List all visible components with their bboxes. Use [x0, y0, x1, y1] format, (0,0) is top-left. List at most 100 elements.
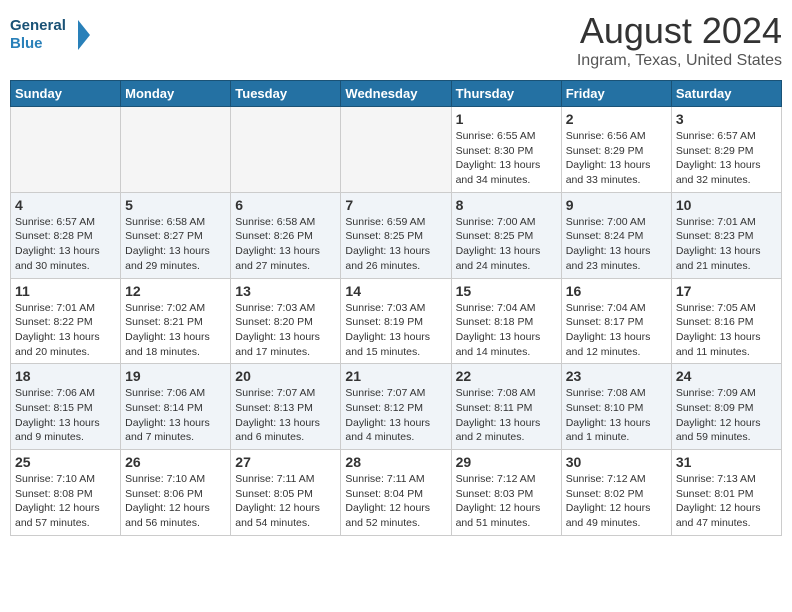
week-row-2: 4 Sunrise: 6:57 AM Sunset: 8:28 PM Daylig… [11, 192, 782, 278]
table-cell: 20Sunrise: 7:07 AM Sunset: 8:13 PM Dayli… [231, 364, 341, 450]
day-number: 24 [676, 368, 777, 384]
day-number: 13 [235, 283, 336, 299]
day-number: 20 [235, 368, 336, 384]
day-number: 19 [125, 368, 226, 384]
day-info: Sunrise: 7:04 AM Sunset: 8:18 PM Dayligh… [456, 301, 557, 360]
day-number: 29 [456, 454, 557, 470]
logo: General Blue [10, 10, 90, 60]
day-number: 8 [456, 197, 557, 213]
day-info: Sunrise: 7:10 AM Sunset: 8:06 PM Dayligh… [125, 472, 226, 531]
table-cell: 2 Sunrise: 6:56 AM Sunset: 8:29 PM Daylig… [561, 107, 671, 193]
table-cell: 18Sunrise: 7:06 AM Sunset: 8:15 PM Dayli… [11, 364, 121, 450]
day-number: 28 [345, 454, 446, 470]
table-cell: 30 Sunrise: 7:12 AM Sunset: 8:02 PM Dayli… [561, 450, 671, 536]
table-cell [11, 107, 121, 193]
table-cell: 13 Sunrise: 7:03 AM Sunset: 8:20 PM Dayli… [231, 278, 341, 364]
day-number: 27 [235, 454, 336, 470]
day-info: Sunrise: 7:10 AM Sunset: 8:08 PM Dayligh… [15, 472, 116, 531]
table-cell [231, 107, 341, 193]
day-number: 7 [345, 197, 446, 213]
day-info: Sunrise: 7:06 AM Sunset: 8:14 PM Dayligh… [125, 386, 226, 445]
page-header: General Blue August 2024 Ingram, Texas, … [10, 10, 782, 70]
day-number: 5 [125, 197, 226, 213]
logo-svg: General Blue [10, 10, 90, 60]
day-info: Sunrise: 6:57 AM Sunset: 8:29 PM Dayligh… [676, 129, 777, 188]
day-info: Sunrise: 6:56 AM Sunset: 8:29 PM Dayligh… [566, 129, 667, 188]
day-info: Sunrise: 7:02 AM Sunset: 8:21 PM Dayligh… [125, 301, 226, 360]
day-info: Sunrise: 6:58 AM Sunset: 8:26 PM Dayligh… [235, 215, 336, 274]
calendar-table: Sunday Monday Tuesday Wednesday Thursday… [10, 80, 782, 536]
day-info: Sunrise: 6:59 AM Sunset: 8:25 PM Dayligh… [345, 215, 446, 274]
day-number: 30 [566, 454, 667, 470]
table-cell: 24Sunrise: 7:09 AM Sunset: 8:09 PM Dayli… [671, 364, 781, 450]
day-info: Sunrise: 7:04 AM Sunset: 8:17 PM Dayligh… [566, 301, 667, 360]
table-cell: 26Sunrise: 7:10 AM Sunset: 8:06 PM Dayli… [121, 450, 231, 536]
day-info: Sunrise: 7:05 AM Sunset: 8:16 PM Dayligh… [676, 301, 777, 360]
day-number: 22 [456, 368, 557, 384]
day-info: Sunrise: 7:06 AM Sunset: 8:15 PM Dayligh… [15, 386, 116, 445]
table-cell: 27 Sunrise: 7:11 AM Sunset: 8:05 PM Dayli… [231, 450, 341, 536]
day-info: Sunrise: 6:58 AM Sunset: 8:27 PM Dayligh… [125, 215, 226, 274]
table-cell: 28 Sunrise: 7:11 AM Sunset: 8:04 PM Dayli… [341, 450, 451, 536]
col-tuesday: Tuesday [231, 81, 341, 107]
table-cell: 22 Sunrise: 7:08 AM Sunset: 8:11 PM Dayli… [451, 364, 561, 450]
day-number: 17 [676, 283, 777, 299]
day-number: 4 [15, 197, 116, 213]
table-cell: 25 Sunrise: 7:10 AM Sunset: 8:08 PM Dayli… [11, 450, 121, 536]
table-cell: 9Sunrise: 7:00 AM Sunset: 8:24 PM Daylig… [561, 192, 671, 278]
table-cell: 29 Sunrise: 7:12 AM Sunset: 8:03 PM Dayli… [451, 450, 561, 536]
main-title: August 2024 [577, 10, 782, 52]
day-number: 31 [676, 454, 777, 470]
day-number: 21 [345, 368, 446, 384]
table-cell: 7 Sunrise: 6:59 AM Sunset: 8:25 PM Daylig… [341, 192, 451, 278]
table-cell: 10 Sunrise: 7:01 AM Sunset: 8:23 PM Dayli… [671, 192, 781, 278]
table-cell: 11 Sunrise: 7:01 AM Sunset: 8:22 PM Dayli… [11, 278, 121, 364]
day-info: Sunrise: 7:11 AM Sunset: 8:04 PM Dayligh… [345, 472, 446, 531]
table-cell: 12 Sunrise: 7:02 AM Sunset: 8:21 PM Dayli… [121, 278, 231, 364]
day-info: Sunrise: 7:12 AM Sunset: 8:02 PM Dayligh… [566, 472, 667, 531]
table-cell: 21 Sunrise: 7:07 AM Sunset: 8:12 PM Dayli… [341, 364, 451, 450]
day-number: 12 [125, 283, 226, 299]
table-cell: 5 Sunrise: 6:58 AM Sunset: 8:27 PM Daylig… [121, 192, 231, 278]
day-info: Sunrise: 7:11 AM Sunset: 8:05 PM Dayligh… [235, 472, 336, 531]
svg-text:General: General [10, 17, 66, 34]
day-number: 14 [345, 283, 446, 299]
day-info: Sunrise: 7:03 AM Sunset: 8:20 PM Dayligh… [235, 301, 336, 360]
day-number: 25 [15, 454, 116, 470]
day-info: Sunrise: 7:00 AM Sunset: 8:25 PM Dayligh… [456, 215, 557, 274]
day-number: 16 [566, 283, 667, 299]
day-info: Sunrise: 7:00 AM Sunset: 8:24 PM Dayligh… [566, 215, 667, 274]
day-number: 1 [456, 111, 557, 127]
table-cell: 6Sunrise: 6:58 AM Sunset: 8:26 PM Daylig… [231, 192, 341, 278]
table-cell: 3Sunrise: 6:57 AM Sunset: 8:29 PM Daylig… [671, 107, 781, 193]
table-cell: 31Sunrise: 7:13 AM Sunset: 8:01 PM Dayli… [671, 450, 781, 536]
day-info: Sunrise: 7:07 AM Sunset: 8:12 PM Dayligh… [345, 386, 446, 445]
day-info: Sunrise: 6:57 AM Sunset: 8:28 PM Dayligh… [15, 215, 116, 274]
day-number: 10 [676, 197, 777, 213]
day-number: 15 [456, 283, 557, 299]
col-wednesday: Wednesday [341, 81, 451, 107]
table-cell: 1 Sunrise: 6:55 AM Sunset: 8:30 PM Daylig… [451, 107, 561, 193]
table-cell: 19 Sunrise: 7:06 AM Sunset: 8:14 PM Dayli… [121, 364, 231, 450]
day-info: Sunrise: 7:01 AM Sunset: 8:23 PM Dayligh… [676, 215, 777, 274]
calendar-header-row: Sunday Monday Tuesday Wednesday Thursday… [11, 81, 782, 107]
day-number: 23 [566, 368, 667, 384]
day-info: Sunrise: 7:12 AM Sunset: 8:03 PM Dayligh… [456, 472, 557, 531]
subtitle: Ingram, Texas, United States [577, 52, 782, 70]
table-cell: 4 Sunrise: 6:57 AM Sunset: 8:28 PM Daylig… [11, 192, 121, 278]
day-info: Sunrise: 7:08 AM Sunset: 8:10 PM Dayligh… [566, 386, 667, 445]
week-row-3: 11 Sunrise: 7:01 AM Sunset: 8:22 PM Dayli… [11, 278, 782, 364]
svg-text:Blue: Blue [10, 35, 43, 52]
day-info: Sunrise: 7:08 AM Sunset: 8:11 PM Dayligh… [456, 386, 557, 445]
day-number: 11 [15, 283, 116, 299]
day-info: Sunrise: 6:55 AM Sunset: 8:30 PM Dayligh… [456, 129, 557, 188]
week-row-5: 25 Sunrise: 7:10 AM Sunset: 8:08 PM Dayli… [11, 450, 782, 536]
table-cell: 14 Sunrise: 7:03 AM Sunset: 8:19 PM Dayli… [341, 278, 451, 364]
day-number: 2 [566, 111, 667, 127]
day-info: Sunrise: 7:03 AM Sunset: 8:19 PM Dayligh… [345, 301, 446, 360]
table-cell: 8 Sunrise: 7:00 AM Sunset: 8:25 PM Daylig… [451, 192, 561, 278]
col-friday: Friday [561, 81, 671, 107]
table-cell: 16 Sunrise: 7:04 AM Sunset: 8:17 PM Dayli… [561, 278, 671, 364]
day-info: Sunrise: 7:01 AM Sunset: 8:22 PM Dayligh… [15, 301, 116, 360]
table-cell [121, 107, 231, 193]
